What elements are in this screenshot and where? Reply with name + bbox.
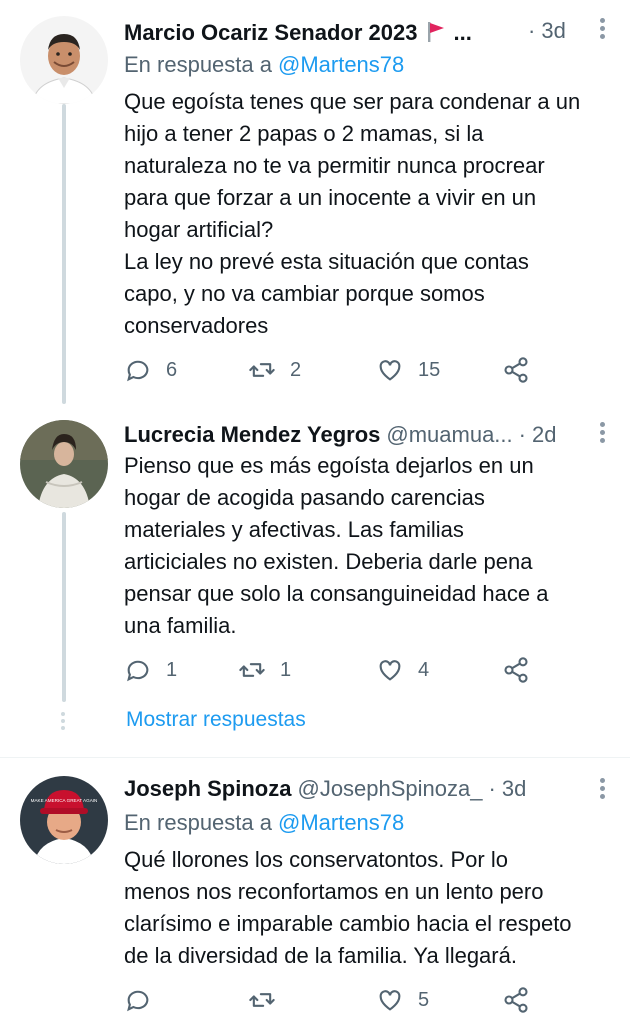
text-line: menos nos reconfortamos en un lento pero — [124, 879, 544, 904]
author-name[interactable]: Marcio Ocariz Senador 2023 — [124, 20, 417, 46]
reply-icon — [127, 660, 149, 682]
separator: · — [518, 422, 526, 447]
reply-count: 1 — [166, 658, 178, 681]
timestamp[interactable]: 2d — [532, 422, 556, 448]
avatar-lucrecia[interactable] — [20, 420, 108, 508]
more-options-icon[interactable] — [598, 18, 606, 42]
share-icon — [504, 657, 528, 683]
text-line: La ley no prevé esta situación que conta… — [124, 249, 529, 274]
retweet-icon — [249, 993, 275, 1007]
text-line: Pienso que es más egoísta dejarlos en un — [124, 453, 534, 478]
flag-emoji-icon — [425, 21, 447, 43]
separator: · — [528, 18, 536, 43]
author-handle[interactable]: @JosephSpinoza_ — [297, 776, 482, 802]
cap-text: MAKE AMERICA GREAT AGAIN — [31, 798, 98, 803]
text-line: materiales y afectivas. Las familias — [124, 517, 464, 542]
text-line: hogar artificial? — [124, 217, 274, 242]
thread-line — [62, 104, 66, 404]
timestamp[interactable]: 3d — [502, 776, 526, 802]
tweet-header: Joseph Spinoza @JosephSpinoza_ · 3d — [124, 776, 526, 802]
tweet-text: Pienso que es más egoísta dejarlos en un… — [124, 450, 614, 642]
tweet-actions: 6 2 15 — [124, 356, 544, 386]
tweet-header: Marcio Ocariz Senador 2023 ... · 3d — [124, 18, 566, 46]
separator: · — [488, 776, 496, 801]
reply-button[interactable]: 1 — [124, 656, 177, 684]
author-handle[interactable]: @muamua... — [386, 422, 512, 448]
text-line: conservadores — [124, 313, 269, 338]
text-line: para que forzar a un inocente a vivir en… — [124, 185, 537, 210]
tweet-actions: 5 — [124, 986, 544, 1016]
timestamp[interactable]: 3d — [541, 18, 565, 43]
tweet-meta: · 3d — [522, 18, 566, 44]
tweet-text: Qué llorones los conservatontos. Por lo … — [124, 844, 614, 972]
text-line: clarísimo e imparable cambio hacia el re… — [124, 911, 572, 936]
mention-link[interactable]: @Martens78 — [278, 810, 404, 835]
text-line: una familia. — [124, 613, 237, 638]
show-replies-link[interactable]: Mostrar respuestas — [126, 708, 306, 732]
tweet-text: Que egoísta tenes que ser para condenar … — [124, 86, 614, 342]
reply-prefix: En respuesta a — [124, 52, 272, 77]
reply-count: 6 — [166, 358, 178, 381]
author-name[interactable]: Joseph Spinoza — [124, 776, 291, 802]
share-button[interactable] — [502, 986, 530, 1014]
retweet-button[interactable]: 2 — [248, 356, 301, 384]
tweet-header: Lucrecia Mendez Yegros @muamua... · 2d — [124, 422, 556, 448]
share-button[interactable] — [502, 656, 530, 684]
heart-icon — [379, 660, 401, 681]
text-line: naturaleza no te va permitir nunca procr… — [124, 153, 545, 178]
retweet-button[interactable]: 1 — [238, 656, 291, 684]
like-count: 5 — [418, 988, 430, 1011]
like-count: 4 — [418, 658, 430, 681]
author-name[interactable]: Lucrecia Mendez Yegros — [124, 422, 380, 448]
reply-context: En respuesta a @Martens78 — [124, 52, 404, 78]
more-options-icon[interactable] — [598, 778, 606, 802]
text-line: articiciales no existen. Deberia darle p… — [124, 549, 533, 574]
like-button[interactable]: 4 — [376, 656, 429, 684]
more-options-icon[interactable] — [598, 422, 606, 446]
name-truncation: ... — [453, 20, 472, 45]
like-count: 15 — [418, 358, 441, 381]
share-button[interactable] — [502, 356, 530, 384]
text-line: de la diversidad de la familia. Ya llega… — [124, 943, 517, 968]
tweet-actions: 1 1 4 — [124, 656, 544, 686]
thread-line — [62, 512, 66, 702]
retweet-count: 1 — [280, 658, 292, 681]
retweet-icon — [239, 663, 265, 677]
reply-prefix: En respuesta a — [124, 810, 272, 835]
text-line: hogar de acogida pasando carencias — [124, 485, 485, 510]
divider — [0, 757, 630, 758]
reply-button[interactable]: 6 — [124, 356, 177, 384]
retweet-button[interactable] — [248, 986, 276, 1014]
share-icon — [504, 357, 528, 383]
text-line: pensar que solo la consanguineidad hace … — [124, 581, 549, 606]
reply-context: En respuesta a @Martens78 — [124, 810, 404, 836]
text-line: hijo a tener 2 papas o 2 mamas, si la — [124, 121, 484, 146]
reply-icon — [127, 990, 149, 1012]
text-line: capo, y no va cambiar porque somos — [124, 281, 485, 306]
like-button[interactable]: 15 — [376, 356, 440, 384]
retweet-count: 2 — [290, 358, 302, 381]
reply-icon — [127, 360, 149, 382]
text-line: Qué llorones los conservatontos. Por lo — [124, 847, 508, 872]
retweet-icon — [249, 363, 275, 377]
avatar-joseph[interactable]: MAKE AMERICA GREAT AGAIN — [20, 776, 108, 864]
share-icon — [504, 987, 528, 1013]
reply-button[interactable] — [124, 986, 152, 1014]
heart-icon — [379, 990, 401, 1011]
thread-dots-icon — [60, 712, 66, 733]
text-line: Que egoísta tenes que ser para condenar … — [124, 89, 581, 114]
mention-link[interactable]: @Martens78 — [278, 52, 404, 77]
avatar-marcio[interactable] — [20, 16, 108, 104]
heart-icon — [379, 360, 401, 381]
like-button[interactable]: 5 — [376, 986, 429, 1014]
